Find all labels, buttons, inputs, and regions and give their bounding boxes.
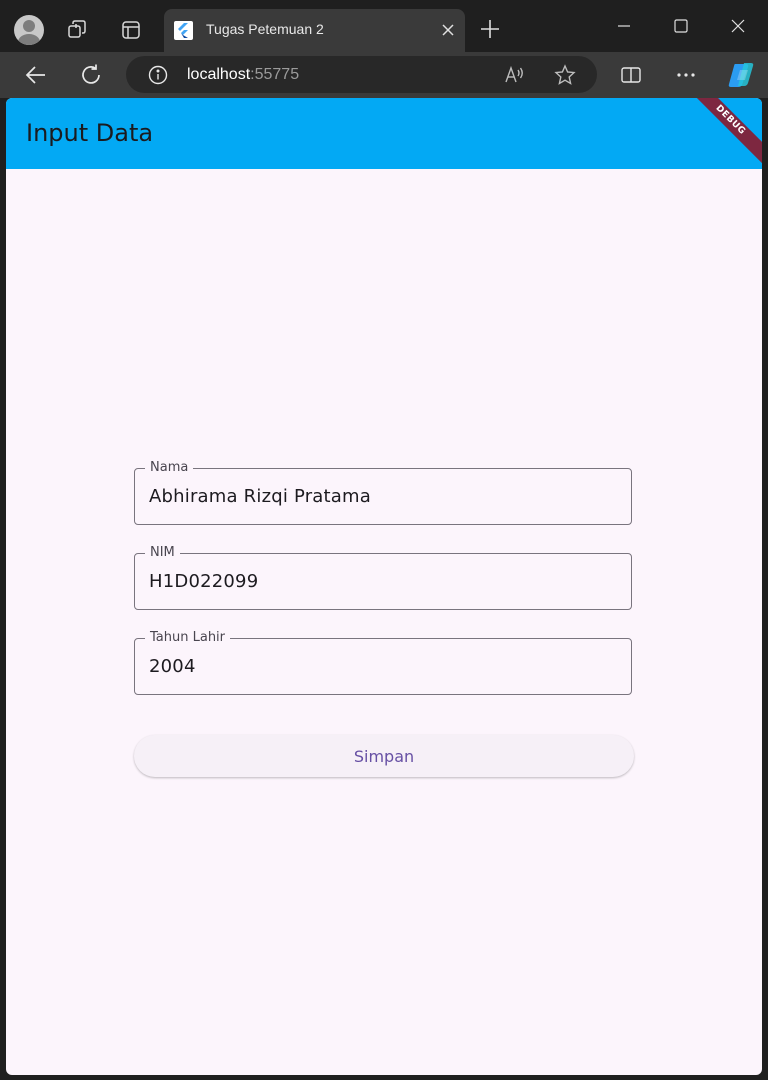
nama-label: Nama (145, 460, 194, 475)
tab-actions-icon[interactable] (120, 19, 142, 41)
nim-label: NIM (145, 545, 180, 560)
app-bar: Input Data (6, 98, 762, 169)
nama-value: Abhirama Rizqi Pratama (149, 486, 371, 507)
browser-tab[interactable]: Tugas Petemuan 2 (164, 9, 465, 52)
app-viewport: Input Data DEBUG Nama Abhirama Rizqi Pra… (6, 98, 762, 1075)
nim-value: H1D022099 (149, 571, 259, 592)
back-arrow-icon[interactable] (23, 62, 49, 88)
browser-toolbar: localhost:55775 (0, 52, 768, 98)
copilot-icon[interactable] (726, 60, 756, 90)
plus-icon[interactable] (479, 18, 501, 45)
tab-title: Tugas Petemuan 2 (206, 21, 324, 37)
nama-field[interactable]: Nama Abhirama Rizqi Pratama (134, 460, 632, 525)
star-icon[interactable] (554, 64, 576, 91)
avatar-icon[interactable] (14, 15, 44, 45)
url-host: localhost (187, 66, 251, 83)
page-title: Input Data (26, 119, 154, 147)
close-icon[interactable] (441, 23, 455, 42)
address-url: localhost:55775 (187, 66, 299, 84)
flutter-icon (174, 21, 193, 40)
more-icon[interactable] (673, 62, 699, 88)
close-window-icon[interactable] (712, 0, 764, 52)
address-bar[interactable]: localhost:55775 (126, 56, 597, 93)
browser-title-bar: Tugas Petemuan 2 (0, 0, 768, 52)
info-icon[interactable] (148, 65, 168, 90)
url-port: :55775 (250, 66, 300, 83)
nim-field[interactable]: NIM H1D022099 (134, 545, 632, 610)
split-screen-icon[interactable] (618, 62, 644, 88)
refresh-icon[interactable] (78, 62, 104, 88)
save-button[interactable]: Simpan (134, 735, 634, 777)
tahun-lahir-value: 2004 (149, 656, 196, 677)
minimize-icon[interactable] (598, 0, 650, 52)
tahun-lahir-field[interactable]: Tahun Lahir 2004 (134, 630, 632, 695)
tahun-lahir-label: Tahun Lahir (145, 630, 231, 645)
read-aloud-icon[interactable] (504, 64, 526, 91)
workspaces-icon[interactable] (66, 18, 90, 42)
maximize-icon[interactable] (655, 0, 707, 52)
